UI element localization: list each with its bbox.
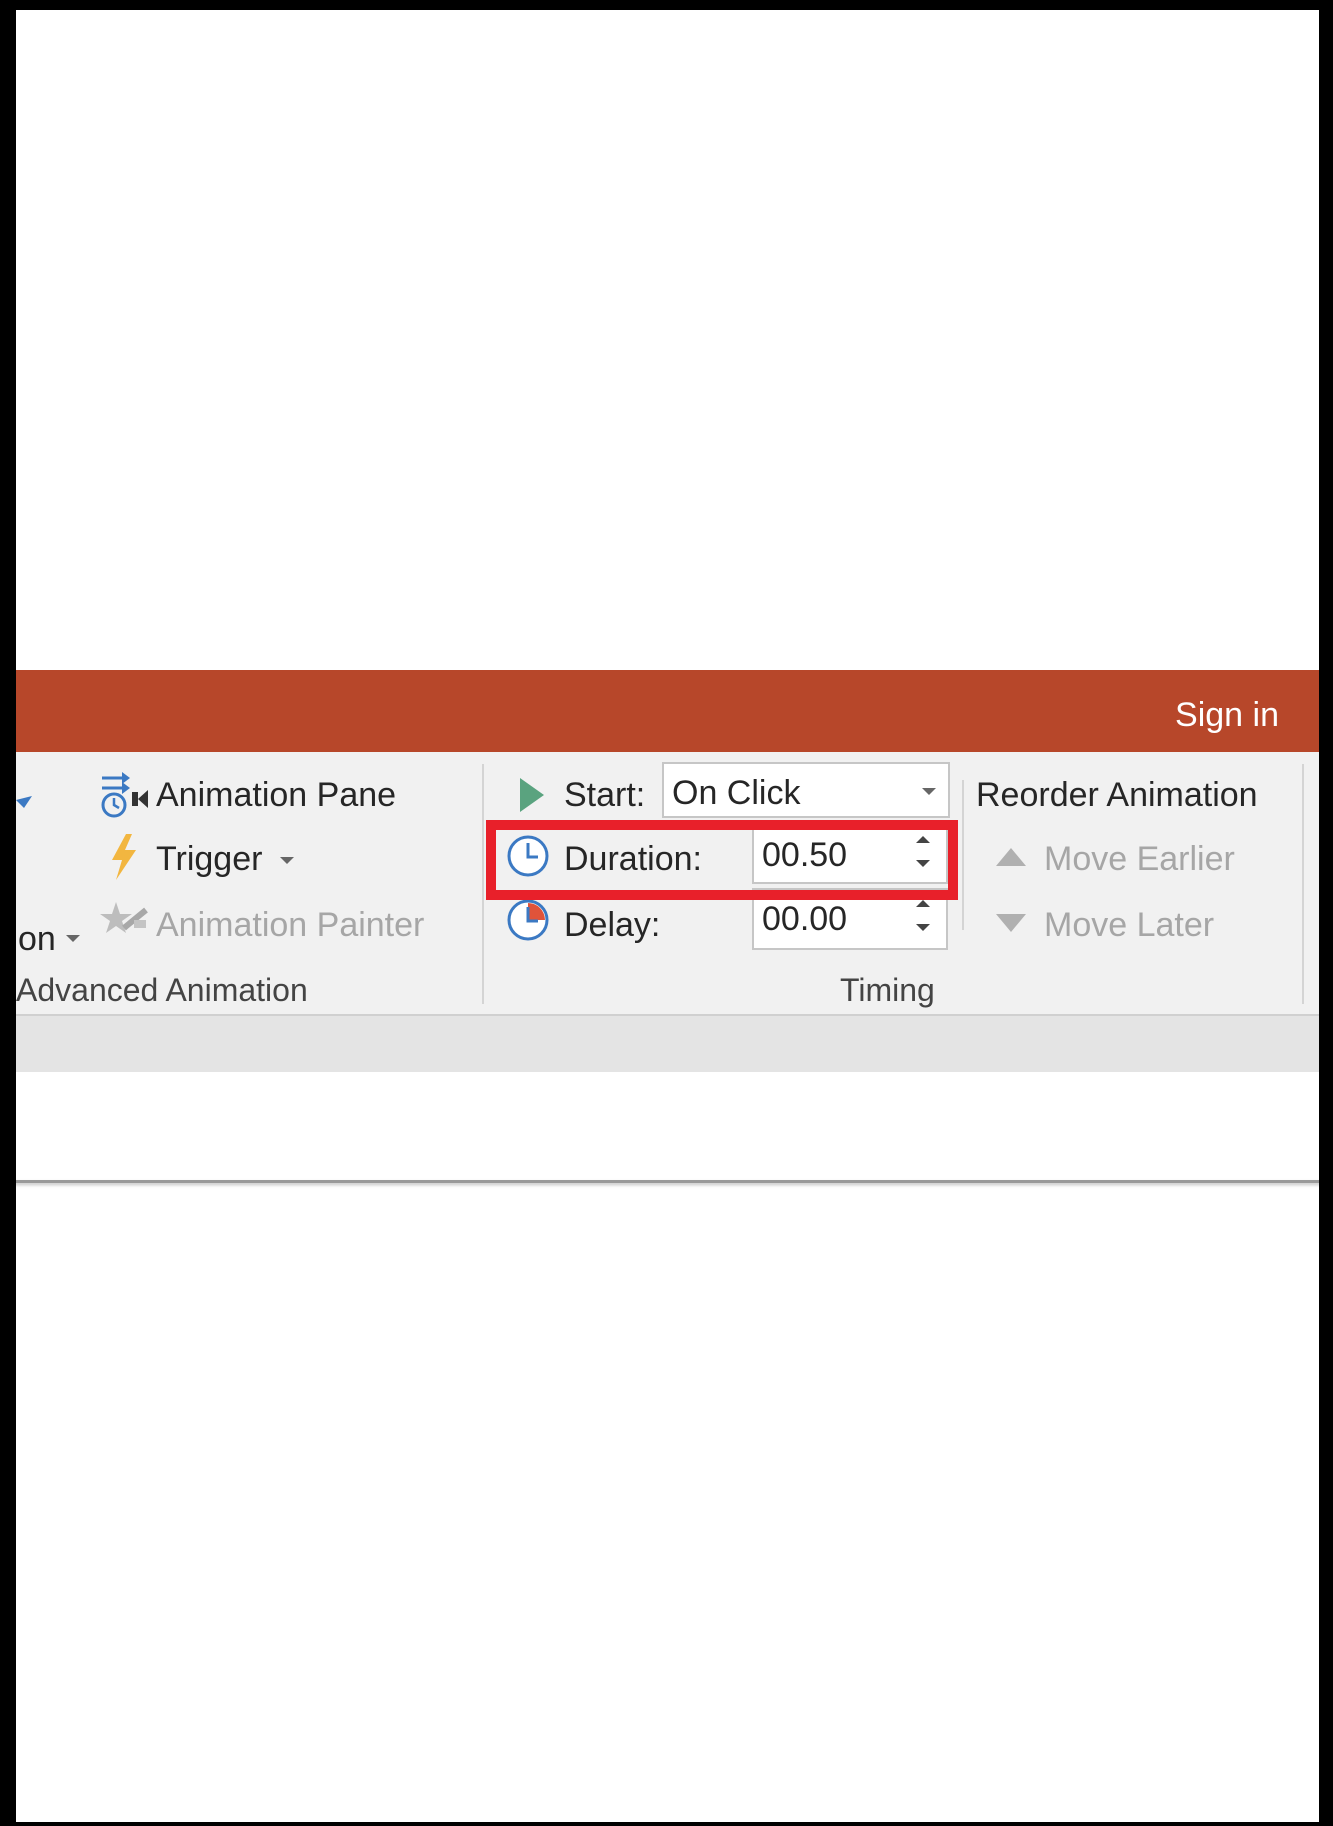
animation-pane-icon <box>96 770 150 823</box>
title-bar: Sign in <box>0 670 1333 752</box>
triangle-down-icon <box>996 914 1026 937</box>
duration-highlight-box <box>486 820 958 900</box>
group-separator <box>482 764 484 1004</box>
animation-painter-button[interactable]: Animation Painter <box>156 906 424 945</box>
start-select[interactable]: On Click <box>662 762 950 818</box>
workspace-strip <box>0 1072 1333 1182</box>
workspace-divider <box>0 1180 1333 1183</box>
animation-painter-icon <box>100 900 150 945</box>
trigger-button[interactable]: Trigger <box>156 840 262 879</box>
ribbon-right-separator <box>1302 764 1304 1004</box>
sign-in-link[interactable]: Sign in <box>1175 696 1279 735</box>
spin-up-icon[interactable] <box>916 900 930 907</box>
delay-value: 00.00 <box>762 900 848 938</box>
trigger-dropdown-icon[interactable] <box>280 857 294 864</box>
add-animation-star-icon <box>16 796 32 821</box>
start-label: Start: <box>564 776 646 814</box>
reorder-animation-title: Reorder Animation <box>976 776 1258 814</box>
ribbon-footer <box>0 1014 1333 1072</box>
chevron-down-icon[interactable] <box>922 788 936 795</box>
reorder-separator <box>962 780 964 930</box>
play-icon <box>518 778 544 817</box>
spin-down-icon[interactable] <box>916 924 930 931</box>
delay-clock-icon <box>506 898 550 947</box>
triangle-up-icon <box>996 848 1026 871</box>
add-animation-dropdown-icon[interactable] <box>66 935 80 942</box>
delay-label: Delay: <box>564 906 661 944</box>
start-select-value: On Click <box>672 774 801 812</box>
add-animation-label-partial[interactable]: on <box>18 920 56 959</box>
animation-pane-button[interactable]: Animation Pane <box>156 776 396 815</box>
move-earlier-button[interactable]: Move Earlier <box>1044 840 1235 879</box>
move-later-button[interactable]: Move Later <box>1044 906 1214 945</box>
lightning-icon <box>108 834 138 885</box>
timing-group-label: Timing <box>840 972 935 1008</box>
advanced-animation-group-label: Advanced Animation <box>16 972 308 1008</box>
delay-spinner[interactable] <box>914 894 934 944</box>
